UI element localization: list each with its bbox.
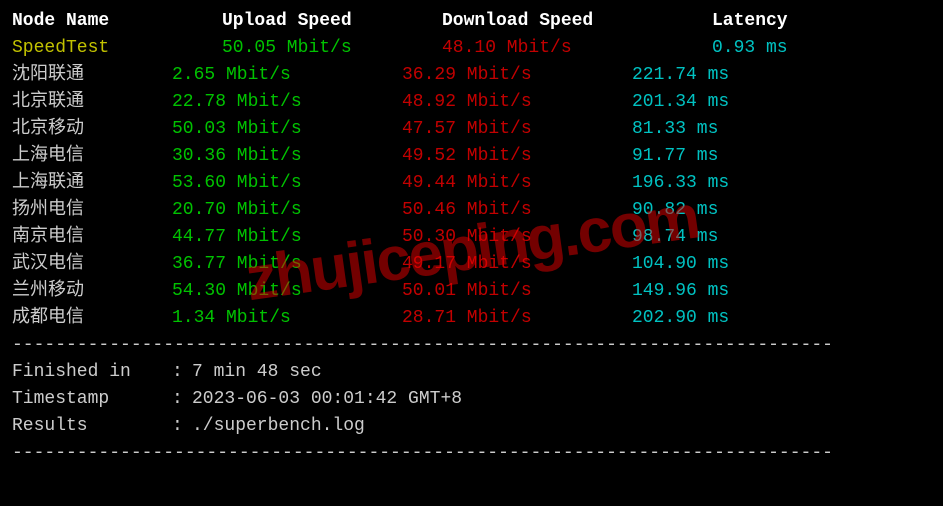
results-label: Results <box>12 413 172 440</box>
latency-cell: 81.33 ms <box>632 116 812 143</box>
node-cell: 上海电信 <box>12 143 172 170</box>
finished-label: Finished in <box>12 359 172 386</box>
node-cell: 北京移动 <box>12 116 172 143</box>
latency-cell: 221.74 ms <box>632 62 812 89</box>
upload-cell: 1.34 Mbit/s <box>172 305 402 332</box>
download-cell: 49.44 Mbit/s <box>402 170 632 197</box>
upload-cell: 30.36 Mbit/s <box>172 143 402 170</box>
timestamp-label: Timestamp <box>12 386 172 413</box>
node-cell: 南京电信 <box>12 224 172 251</box>
results-value: ./superbench.log <box>192 413 365 440</box>
table-row: 成都电信1.34 Mbit/s28.71 Mbit/s202.90 ms <box>12 305 931 332</box>
footer-timestamp: Timestamp : 2023-06-03 00:01:42 GMT+8 <box>12 386 931 413</box>
download-cell: 36.29 Mbit/s <box>402 62 632 89</box>
speedtest-row: SpeedTest 50.05 Mbit/s 48.10 Mbit/s 0.93… <box>12 35 931 62</box>
node-cell: 兰州移动 <box>12 278 172 305</box>
finished-value: 7 min 48 sec <box>192 359 322 386</box>
header-node: Node Name <box>12 8 172 35</box>
upload-cell: 50.03 Mbit/s <box>172 116 402 143</box>
download-cell: 49.17 Mbit/s <box>402 251 632 278</box>
timestamp-value: 2023-06-03 00:01:42 GMT+8 <box>192 386 462 413</box>
footer-block: Finished in : 7 min 48 sec Timestamp : 2… <box>12 359 931 440</box>
latency-cell: 149.96 ms <box>632 278 812 305</box>
latency-cell: 202.90 ms <box>632 305 812 332</box>
node-cell: 沈阳联通 <box>12 62 172 89</box>
node-cell: 上海联通 <box>12 170 172 197</box>
latency-cell: 98.74 ms <box>632 224 812 251</box>
table-row: 北京联通22.78 Mbit/s48.92 Mbit/s201.34 ms <box>12 89 931 116</box>
speedtest-upload: 50.05 Mbit/s <box>172 35 402 62</box>
speedtest-node: SpeedTest <box>12 35 172 62</box>
header-row: Node Name Upload Speed Download Speed La… <box>12 8 931 35</box>
divider-line: ----------------------------------------… <box>12 332 931 359</box>
download-cell: 50.46 Mbit/s <box>402 197 632 224</box>
speedtest-latency: 0.93 ms <box>632 35 812 62</box>
header-upload: Upload Speed <box>172 8 402 35</box>
table-row: 南京电信44.77 Mbit/s50.30 Mbit/s98.74 ms <box>12 224 931 251</box>
header-download: Download Speed <box>402 8 632 35</box>
header-latency: Latency <box>632 8 812 35</box>
download-cell: 47.57 Mbit/s <box>402 116 632 143</box>
upload-cell: 53.60 Mbit/s <box>172 170 402 197</box>
upload-cell: 20.70 Mbit/s <box>172 197 402 224</box>
speedtest-download: 48.10 Mbit/s <box>402 35 632 62</box>
separator: : <box>172 413 192 440</box>
table-row: 扬州电信20.70 Mbit/s50.46 Mbit/s90.82 ms <box>12 197 931 224</box>
latency-cell: 104.90 ms <box>632 251 812 278</box>
table-row: 北京移动50.03 Mbit/s47.57 Mbit/s81.33 ms <box>12 116 931 143</box>
upload-cell: 54.30 Mbit/s <box>172 278 402 305</box>
node-cell: 武汉电信 <box>12 251 172 278</box>
latency-cell: 196.33 ms <box>632 170 812 197</box>
download-cell: 49.52 Mbit/s <box>402 143 632 170</box>
separator: : <box>172 386 192 413</box>
node-cell: 成都电信 <box>12 305 172 332</box>
latency-cell: 91.77 ms <box>632 143 812 170</box>
download-cell: 50.30 Mbit/s <box>402 224 632 251</box>
node-cell: 扬州电信 <box>12 197 172 224</box>
table-row: 上海联通53.60 Mbit/s49.44 Mbit/s196.33 ms <box>12 170 931 197</box>
upload-cell: 36.77 Mbit/s <box>172 251 402 278</box>
download-cell: 28.71 Mbit/s <box>402 305 632 332</box>
footer-results: Results : ./superbench.log <box>12 413 931 440</box>
latency-cell: 90.82 ms <box>632 197 812 224</box>
table-row: 上海电信30.36 Mbit/s49.52 Mbit/s91.77 ms <box>12 143 931 170</box>
table-row: 沈阳联通2.65 Mbit/s36.29 Mbit/s221.74 ms <box>12 62 931 89</box>
upload-cell: 22.78 Mbit/s <box>172 89 402 116</box>
separator: : <box>172 359 192 386</box>
divider-line-bottom: ----------------------------------------… <box>12 440 931 467</box>
table-row: 武汉电信36.77 Mbit/s49.17 Mbit/s104.90 ms <box>12 251 931 278</box>
table-row: 兰州移动54.30 Mbit/s50.01 Mbit/s149.96 ms <box>12 278 931 305</box>
upload-cell: 2.65 Mbit/s <box>172 62 402 89</box>
download-cell: 48.92 Mbit/s <box>402 89 632 116</box>
footer-finished: Finished in : 7 min 48 sec <box>12 359 931 386</box>
latency-cell: 201.34 ms <box>632 89 812 116</box>
download-cell: 50.01 Mbit/s <box>402 278 632 305</box>
upload-cell: 44.77 Mbit/s <box>172 224 402 251</box>
node-cell: 北京联通 <box>12 89 172 116</box>
